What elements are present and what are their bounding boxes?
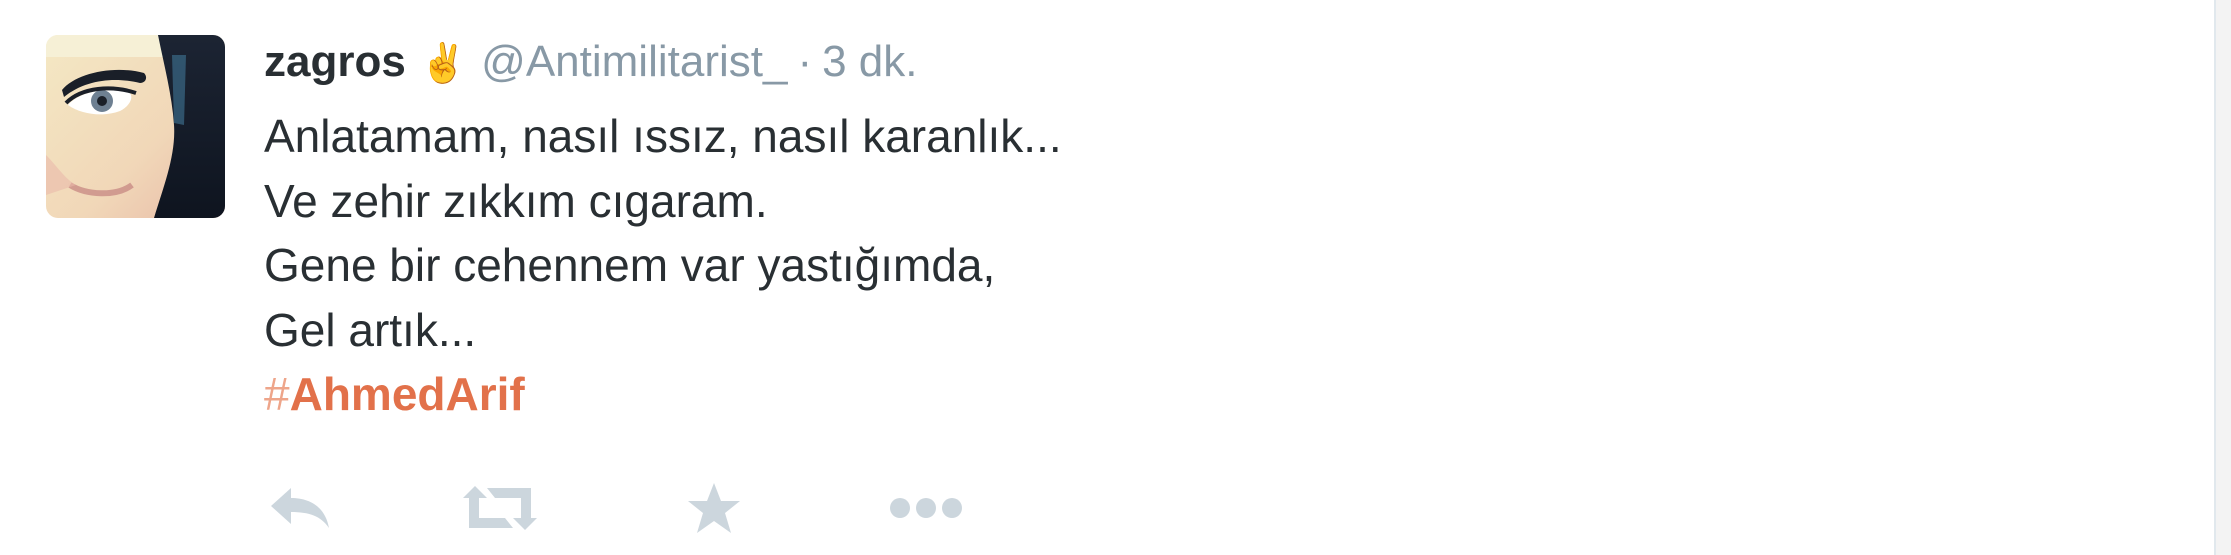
more-button[interactable] xyxy=(888,478,964,538)
tweet-text-line: Anlatamam, nasıl ıssız, nasıl karanlık..… xyxy=(264,110,1062,162)
retweet-button[interactable] xyxy=(460,478,540,538)
favorite-button[interactable] xyxy=(684,478,744,538)
tweet-text-line: Gel artık... xyxy=(264,303,477,356)
hashtag-mark: # xyxy=(264,368,290,420)
more-dots-icon xyxy=(890,498,962,518)
hashtag-word: AhmedArif xyxy=(289,368,525,420)
hashtag-link[interactable]: #AhmedArif xyxy=(264,362,1062,427)
name-symbol: ✌ xyxy=(419,43,468,85)
user-handle[interactable]: @Antimilitarist_ xyxy=(481,37,787,86)
profile-photo-avatar xyxy=(46,35,225,218)
reply-icon xyxy=(271,488,329,528)
user-fullname[interactable]: zagros xyxy=(264,37,406,86)
header-separator: · xyxy=(797,37,813,86)
star-icon xyxy=(688,483,740,533)
reply-button[interactable] xyxy=(268,478,332,538)
scrollbar-edge xyxy=(2214,0,2231,555)
tweet-header: zagros ✌ @Antimilitarist_ · 3 dk. xyxy=(264,32,917,92)
tweet-text-line: Gene bir cehennem var yastığımda, xyxy=(264,239,996,291)
avatar[interactable] xyxy=(46,35,225,218)
tweet: zagros ✌ @Antimilitarist_ · 3 dk. Anlatamam,… xyxy=(0,0,2214,555)
tweet-timestamp[interactable]: 3 dk. xyxy=(822,37,917,86)
retweet-icon xyxy=(463,486,537,530)
tweet-text-line: Ve zehir zıkkım cıgaram. xyxy=(264,174,768,227)
tweet-text: Anlatamam, nasıl ıssız, nasıl karanlık..… xyxy=(264,104,1062,427)
